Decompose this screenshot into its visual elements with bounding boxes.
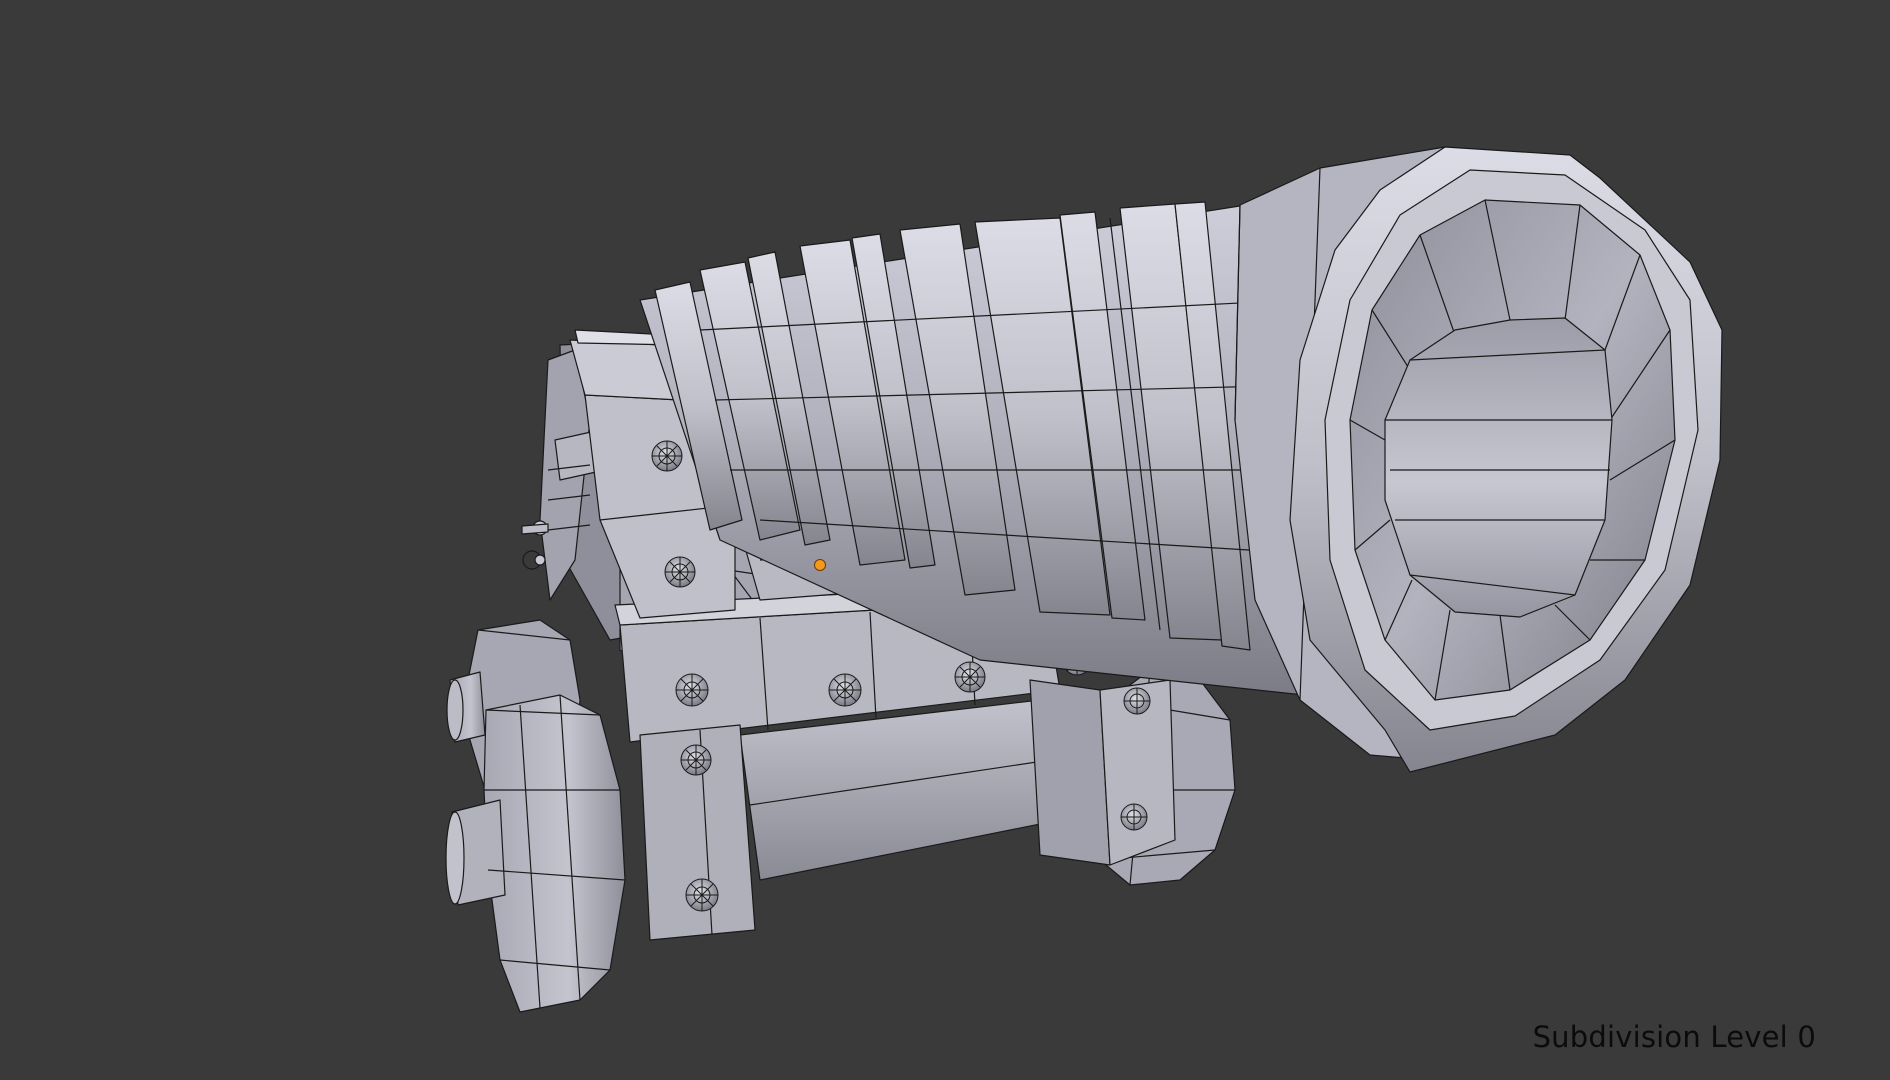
- left-wheels: [445, 619, 626, 1013]
- object-origin-icon: [814, 559, 826, 571]
- cannon-mesh[interactable]: [0, 0, 1890, 1080]
- muzzle: [1289, 146, 1723, 773]
- 3d-viewport[interactable]: Subdivision Level 0: [0, 0, 1890, 1080]
- subdivision-level-label: Subdivision Level 0: [1532, 1020, 1816, 1054]
